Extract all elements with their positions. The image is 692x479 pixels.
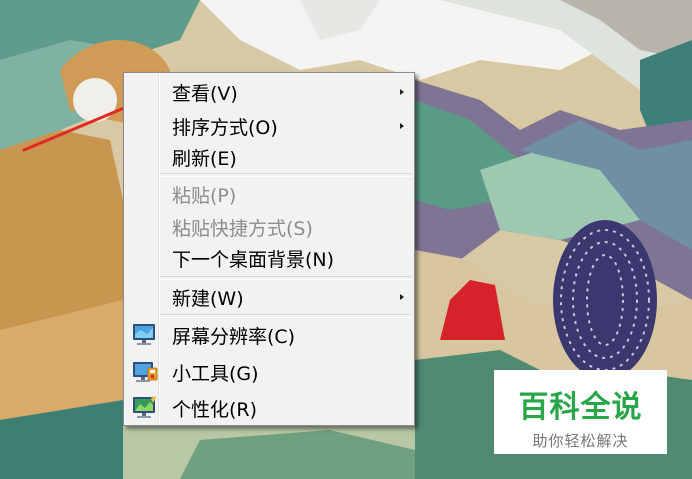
menu-item-refresh[interactable]: 刷新(E): [126, 140, 412, 174]
menu-item-label: 粘贴(P): [172, 184, 237, 207]
watermark-subtitle: 助你轻松解决: [532, 432, 629, 450]
submenu-arrow-icon: [400, 294, 404, 300]
submenu-arrow-icon: [400, 89, 404, 95]
menu-item-label: 查看(V): [172, 82, 238, 105]
menu-item-screen-resolution[interactable]: 屏幕分辨率(C): [126, 318, 412, 352]
menu-item-sort-by[interactable]: 排序方式(O): [126, 109, 412, 143]
menu-item-personalize[interactable]: 个性化(R): [126, 391, 412, 425]
menu-item-label: 个性化(R): [172, 398, 258, 421]
menu-item-next-desktop-background[interactable]: 下一个桌面背景(N): [126, 241, 412, 275]
menu-item-gadgets[interactable]: 小工具(G): [126, 355, 412, 389]
gadgets-icon: [133, 362, 158, 382]
menu-item-paste-shortcut: 粘贴快捷方式(S): [126, 210, 412, 244]
menu-item-new[interactable]: 新建(W): [126, 280, 412, 314]
menu-item-label: 排序方式(O): [172, 116, 278, 139]
baike-watermark: 百科全说 助你轻松解决: [494, 370, 667, 454]
menu-item-label: 小工具(G): [172, 362, 259, 385]
menu-item-label: 刷新(E): [172, 147, 237, 170]
menu-item-label: 屏幕分辨率(C): [172, 325, 296, 348]
monitor-icon: [133, 324, 155, 345]
menu-item-paste: 粘贴(P): [126, 177, 412, 211]
desktop-context-menu: 查看(V) 排序方式(O) 刷新(E) 粘贴(P) 粘贴快捷方式(S) 下一个桌…: [123, 72, 415, 426]
menu-item-label: 新建(W): [172, 287, 244, 310]
menu-item-label: 下一个桌面背景(N): [172, 248, 335, 271]
personalize-icon: [133, 396, 157, 418]
watermark-title: 百科全说: [518, 390, 643, 425]
menu-item-view[interactable]: 查看(V): [126, 75, 412, 109]
menu-item-label: 粘贴快捷方式(S): [172, 217, 313, 240]
submenu-arrow-icon: [400, 123, 404, 129]
